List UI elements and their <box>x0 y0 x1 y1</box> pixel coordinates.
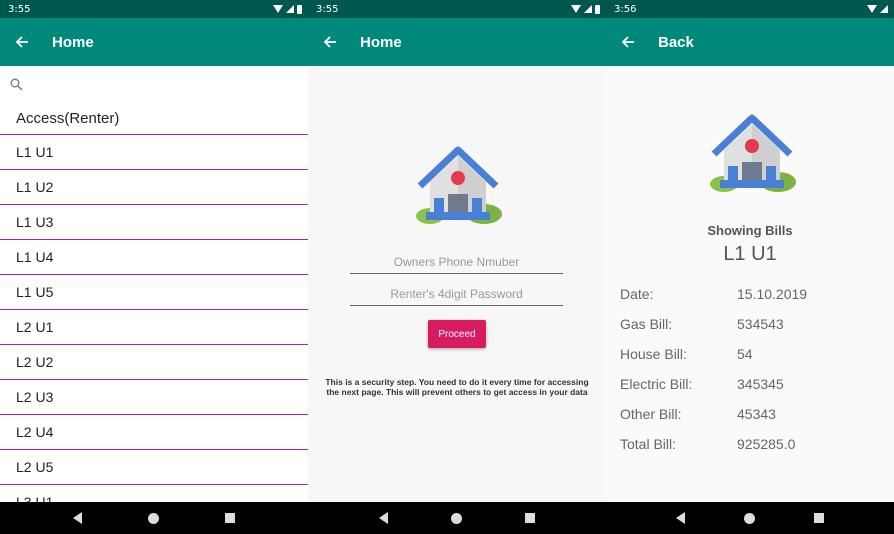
app-bar: Home <box>0 18 308 66</box>
appbar-title: Back <box>658 33 694 51</box>
bill-label: House Bill: <box>620 346 687 362</box>
status-time: 3:55 <box>8 3 31 15</box>
status-bar: 3:56 <box>606 0 894 18</box>
wifi-icon <box>273 5 283 13</box>
back-arrow-icon[interactable] <box>0 18 44 66</box>
list-item[interactable]: L2 U2 <box>0 345 308 380</box>
owner-phone-field[interactable] <box>350 250 563 274</box>
signal-icon <box>584 5 592 13</box>
bill-row: Date: 15.10.2019 <box>620 286 880 306</box>
status-bar: 3:55 <box>0 0 308 18</box>
showing-bills-label: Showing Bills <box>707 223 793 238</box>
nav-recents-icon[interactable] <box>225 513 235 523</box>
back-arrow-icon[interactable] <box>308 18 352 66</box>
list-item[interactable]: L1 U1 <box>0 135 308 170</box>
list-item[interactable]: L1 U5 <box>0 275 308 310</box>
list-item[interactable]: L3 U1 <box>0 485 308 502</box>
list-item[interactable]: L2 U4 <box>0 415 308 450</box>
list-item[interactable]: L2 U3 <box>0 380 308 415</box>
list-item[interactable]: L1 U4 <box>0 240 308 275</box>
house-icon <box>706 112 798 196</box>
bill-label: Gas Bill: <box>620 316 673 332</box>
bill-label: Total Bill: <box>620 436 677 452</box>
list-item[interactable]: L1 U2 <box>0 170 308 205</box>
proceed-button[interactable]: Proceed <box>428 320 486 348</box>
nav-home-icon[interactable] <box>743 512 755 524</box>
app-bar: Home <box>308 18 606 66</box>
bill-row: Total Bill: 925285.0 <box>620 436 880 456</box>
system-nav-bar <box>0 502 308 534</box>
status-bar: 3:55 <box>308 0 606 18</box>
signal-icon <box>880 5 888 13</box>
status-icons <box>571 4 600 14</box>
bill-row: Electric Bill: 345345 <box>620 376 880 396</box>
battery-icon <box>595 4 600 14</box>
nav-back-icon[interactable] <box>675 512 685 524</box>
status-time: 3:55 <box>316 3 339 15</box>
unit-title: L1 U1 <box>723 243 777 265</box>
nav-back-icon[interactable] <box>379 512 389 524</box>
status-icons <box>867 5 888 13</box>
bill-value: 54 <box>737 346 753 362</box>
nav-back-icon[interactable] <box>73 512 82 524</box>
list-item[interactable]: L1 U3 <box>0 205 308 240</box>
bill-value: 15.10.2019 <box>737 286 808 302</box>
screen-security-check: 3:55 Home Proceed This is a security ste… <box>308 0 606 534</box>
wifi-icon <box>867 5 877 13</box>
bill-value: 534543 <box>737 316 784 332</box>
search-button[interactable] <box>10 70 23 100</box>
status-icons <box>273 4 302 14</box>
house-icon <box>412 144 504 228</box>
battery-icon <box>297 4 302 14</box>
appbar-title: Home <box>52 33 94 51</box>
screen-renter-list: 3:55 Home Access(Renter) L1 U1 L1 U2 L1 … <box>0 0 308 534</box>
system-nav-bar <box>308 502 606 534</box>
list-item[interactable]: L2 U1 <box>0 310 308 345</box>
app-bar: Back <box>606 18 894 66</box>
nav-recents-icon[interactable] <box>814 513 825 523</box>
renter-password-field[interactable] <box>350 282 563 306</box>
wifi-icon <box>571 5 581 13</box>
bill-row: Other Bill: 45343 <box>620 406 880 426</box>
bill-label: Date: <box>620 286 654 302</box>
bill-value: 345345 <box>737 376 784 392</box>
list-header: Access(Renter) <box>0 102 308 135</box>
bill-row: House Bill: 54 <box>620 346 880 366</box>
security-note: This is a security step. You need to do … <box>325 377 589 397</box>
signal-icon <box>286 5 294 13</box>
system-nav-bar <box>606 502 894 534</box>
bill-value: 45343 <box>737 406 776 422</box>
nav-home-icon[interactable] <box>450 512 462 524</box>
bill-row: Gas Bill: 534543 <box>620 316 880 336</box>
appbar-title: Home <box>360 33 402 51</box>
screen-bills: 3:56 Back Showing Bills L1 U1 Date: 15.1… <box>606 0 894 534</box>
status-time: 3:56 <box>614 3 637 15</box>
nav-home-icon[interactable] <box>148 512 159 524</box>
bill-label: Electric Bill: <box>620 376 693 392</box>
bill-label: Other Bill: <box>620 406 682 422</box>
nav-recents-icon[interactable] <box>524 513 535 523</box>
bill-value: 925285.0 <box>737 436 796 452</box>
list-item[interactable]: L2 U5 <box>0 450 308 485</box>
search-icon <box>10 76 23 95</box>
unit-list: Access(Renter) L1 U1 L1 U2 L1 U3 L1 U4 L… <box>0 102 308 502</box>
back-arrow-icon[interactable] <box>606 18 650 66</box>
